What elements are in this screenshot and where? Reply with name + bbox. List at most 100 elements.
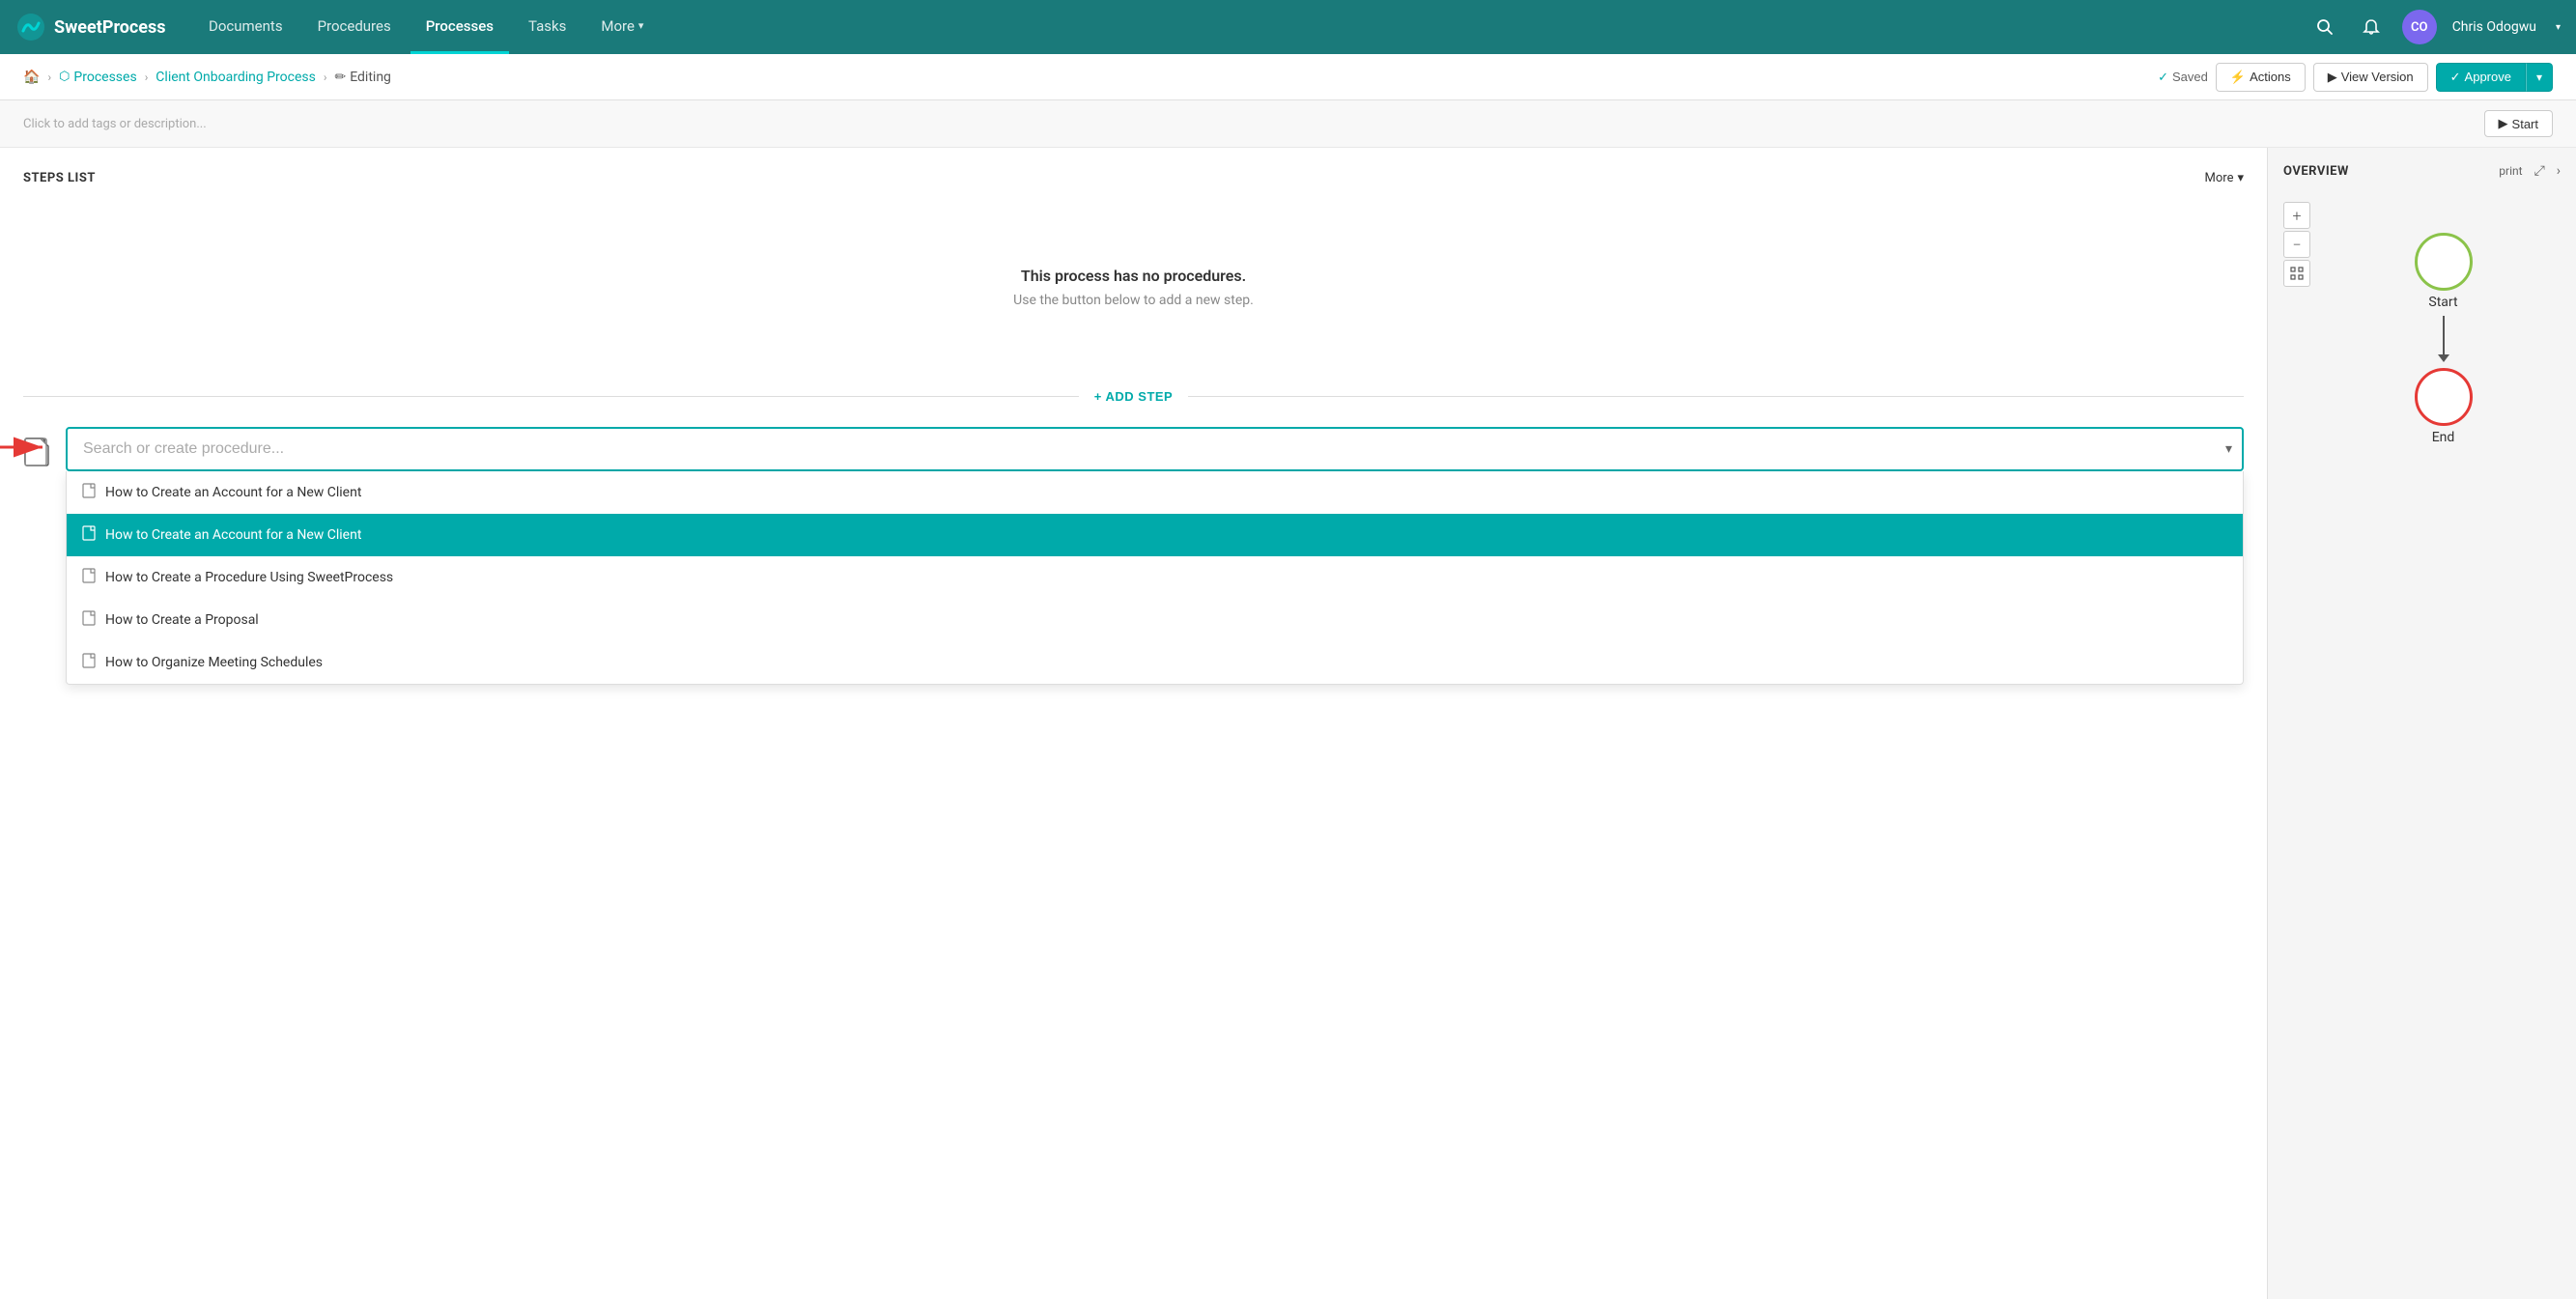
overview-actions: print ⤢ › [2499,163,2561,179]
dropdown-item-1[interactable]: How to Create an Account for a New Clien… [67,471,2243,514]
overview-expand-icon[interactable]: ⤢ [2534,163,2545,179]
dropdown-item-4-label: How to Create a Proposal [105,612,259,628]
flow-start-label: Start [2428,295,2457,310]
procedure-selector-wrapper: ▾ How to Create an Account for a New Cli… [23,427,2244,473]
add-step-row: + ADD STEP [23,389,2244,404]
add-step-button[interactable]: + ADD STEP [1079,389,1188,404]
user-menu-chevron-icon[interactable]: ▾ [2556,22,2561,33]
add-step-line-left [23,396,1079,397]
procedure-selector-area: ▾ How to Create an Account for a New Cli… [23,427,2244,473]
nav-item-procedures[interactable]: Procedures [302,0,407,54]
check-icon: ✓ [2158,70,2168,85]
breadcrumb-process-name[interactable]: Client Onboarding Process [156,70,316,85]
view-version-button[interactable]: ▶ View Version [2313,63,2428,92]
flow-end-node [2415,368,2473,426]
overview-panel: OVERVIEW print ⤢ › + − [2267,148,2576,1299]
breadcrumb-sep-1: › [47,71,51,84]
breadcrumb-sep-3: › [324,71,327,84]
procedure-dropdown-list: How to Create an Account for a New Clien… [66,471,2244,685]
breadcrumb: 🏠 › ⬡ Processes › Client Onboarding Proc… [23,70,391,85]
flow-end-node-group: End [2415,368,2473,445]
play-icon: ▶ [2328,70,2337,85]
dropdown-item-2-label: How to Create an Account for a New Clien… [105,527,361,543]
item-doc-icon-3 [82,568,96,587]
user-avatar[interactable]: CO [2402,10,2437,44]
steps-header: STEPS LIST More ▾ [23,171,2244,185]
chevron-down-icon: ▾ [638,19,644,32]
flow-arrow-line [2443,316,2445,354]
breadcrumb-processes[interactable]: ⬡ Processes [59,70,137,85]
dropdown-item-4[interactable]: How to Create a Proposal [67,599,2243,641]
item-doc-icon-5 [82,653,96,672]
saved-button[interactable]: ✓ Saved [2158,70,2208,85]
tag-bar: Click to add tags or description... ▶ St… [0,100,2576,148]
app-logo[interactable]: SweetProcess [15,12,170,42]
overview-print-label[interactable]: print [2499,164,2522,178]
no-procedures-message: This process has no procedures. Use the … [23,209,2244,366]
procedure-search-input[interactable] [66,427,2244,471]
flow-arrow-head [2438,354,2449,362]
notification-bell-icon[interactable] [2356,12,2387,42]
main-content: STEPS LIST More ▾ This process has no pr… [0,148,2576,1299]
overview-title: OVERVIEW [2283,164,2349,179]
approve-group: ✓ Approve ▾ [2436,63,2553,92]
start-button[interactable]: ▶ Start [2484,110,2553,137]
add-step-line-right [1188,396,2244,397]
item-doc-icon-1 [82,483,96,502]
breadcrumb-sep-2: › [145,71,149,84]
user-name[interactable]: Chris Odogwu [2452,19,2536,35]
no-procedures-title: This process has no procedures. [42,267,2224,285]
dropdown-item-5[interactable]: How to Organize Meeting Schedules [67,641,2243,684]
flow-end-label: End [2432,430,2455,445]
top-navigation: SweetProcess Documents Procedures Proces… [0,0,2576,54]
dropdown-item-3[interactable]: How to Create a Procedure Using SweetPro… [67,556,2243,599]
approve-check-icon: ✓ [2450,70,2461,85]
app-name: SweetProcess [54,17,166,38]
zoom-fit-button[interactable] [2283,260,2310,287]
zoom-controls: + − [2283,202,2310,287]
steps-more-chevron-icon: ▾ [2237,171,2244,185]
processes-icon: ⬡ [59,70,70,84]
zoom-out-button[interactable]: − [2283,231,2310,258]
steps-panel: STEPS LIST More ▾ This process has no pr… [0,148,2267,1299]
tag-placeholder[interactable]: Click to add tags or description... [23,117,207,131]
edit-icon: ✏ [334,70,346,85]
steps-list-title: STEPS LIST [23,171,96,185]
home-icon: 🏠 [23,70,40,85]
approve-dropdown-button[interactable]: ▾ [2526,63,2553,92]
nav-item-tasks[interactable]: Tasks [513,0,581,54]
dropdown-item-2[interactable]: How to Create an Account for a New Clien… [67,514,2243,556]
flow-arrow [2438,310,2449,368]
breadcrumb-actions: ✓ Saved ⚡ Actions ▶ View Version ✓ Appro… [2158,63,2553,92]
flow-start-node [2415,233,2473,291]
flow-diagram: Start End [2283,194,2561,461]
dropdown-item-1-label: How to Create an Account for a New Clien… [105,485,361,500]
dropdown-item-5-label: How to Organize Meeting Schedules [105,655,323,670]
breadcrumb-editing: ✏ Editing [334,70,390,85]
item-doc-icon-4 [82,610,96,630]
nav-right-area: CO Chris Odogwu ▾ [2309,10,2561,44]
approve-button[interactable]: ✓ Approve [2436,63,2526,92]
breadcrumb-bar: 🏠 › ⬡ Processes › Client Onboarding Proc… [0,54,2576,100]
steps-more-button[interactable]: More ▾ [2205,171,2244,185]
flow-start-node-group: Start [2415,233,2473,310]
overview-navigate-icon[interactable]: › [2557,163,2561,179]
search-icon[interactable] [2309,12,2340,42]
nav-item-documents[interactable]: Documents [193,0,298,54]
zoom-in-button[interactable]: + [2283,202,2310,229]
bolt-icon: ⚡ [2230,70,2246,85]
no-procedures-subtitle: Use the button below to add a new step. [42,293,2224,308]
nav-item-more[interactable]: More ▾ [585,0,659,54]
item-doc-icon-2 [82,525,96,545]
red-arrow-annotation [0,423,62,475]
actions-button[interactable]: ⚡ Actions [2216,63,2306,92]
sweetprocess-logo-icon [15,12,46,42]
breadcrumb-home[interactable]: 🏠 [23,70,40,85]
nav-menu: Documents Procedures Processes Tasks Mor… [193,0,2309,54]
dropdown-arrow-icon: ▾ [2225,441,2232,457]
start-play-icon: ▶ [2499,116,2508,131]
nav-item-processes[interactable]: Processes [410,0,509,54]
overview-header: OVERVIEW print ⤢ › [2283,163,2561,179]
procedure-dropdown-container: ▾ How to Create an Account for a New Cli… [66,427,2244,471]
dropdown-item-3-label: How to Create a Procedure Using SweetPro… [105,570,393,585]
